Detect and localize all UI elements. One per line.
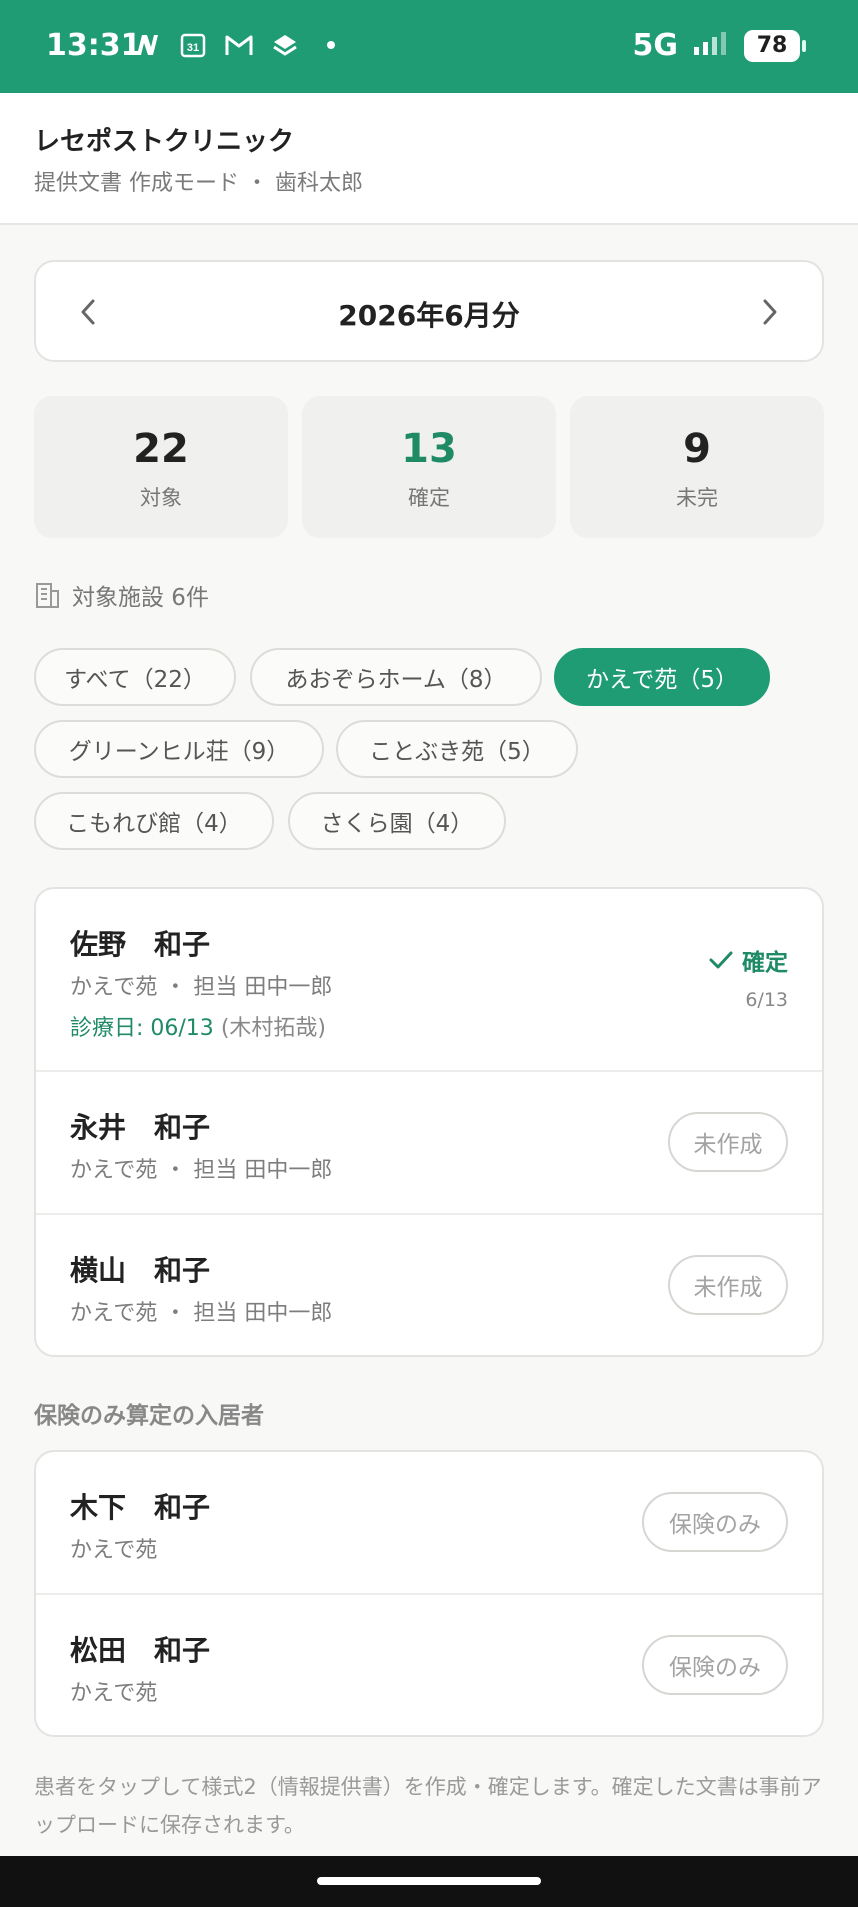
stat-target-value: 22 [133,426,189,472]
status-bar: 13:31 31 5G 78 [0,0,858,93]
status-confirmed-label: 確定 [742,950,788,976]
facility-count-label: 対象施設 6件 [72,585,209,611]
n-icon [132,30,162,60]
dot-icon [316,30,346,60]
visit-date: 診療日: 06/13 (木村拓哉) [70,1010,326,1042]
signal-icon [692,31,730,61]
insurance-only-badge[interactable]: 保険のみ [642,1492,788,1552]
mode-subtitle: 提供文書 作成モード ・ 歯科太郎 [34,171,363,196]
next-month-button[interactable] [750,292,790,332]
stack-icon [270,30,300,60]
patient-name: 横山 和子 [70,1254,211,1287]
chip-greenhill[interactable]: グリーンヒル荘（9） [34,720,324,778]
footer-note: 患者をタップして様式2（情報提供書）を作成・確定します。確定した文書は事前アップ… [34,1775,822,1837]
chip-kaede[interactable]: かえで苑（5） [554,648,770,706]
patient-facility: かえで苑 [70,1538,158,1563]
system-indicators: 5G 78 [632,28,806,63]
stat-incomplete: 9 未完 [570,396,824,538]
home-gesture-handle[interactable] [317,1877,541,1885]
stat-confirmed: 13 確定 [302,396,556,538]
status-not-created-button[interactable]: 未作成 [668,1255,788,1315]
patient-facility: かえで苑 [70,1681,158,1706]
stat-target: 22 対象 [34,396,288,538]
patient-name: 佐野 和子 [70,928,211,961]
network-type: 5G [632,28,679,63]
patient-name: 木下 和子 [70,1491,211,1524]
insurance-patient-row[interactable]: 木下 和子 かえで苑 保険のみ [36,1452,822,1595]
check-icon [709,951,733,969]
stat-target-label: 対象 [140,486,182,510]
stat-incomplete-label: 未完 [676,486,718,510]
patient-row[interactable]: 永井 和子 かえで苑 ・ 担当 田中一郎 未作成 [36,1072,822,1215]
calendar-day: 31 [187,42,199,54]
chevron-right-icon [763,299,777,325]
status-time: 13:31 [46,28,142,63]
clinic-title: レセポストクリニック [34,127,295,157]
calendar-icon: 31 [178,30,208,60]
insurance-patient-row[interactable]: 松田 和子 かえで苑 保険のみ [36,1595,822,1735]
chip-aozora[interactable]: あおぞらホーム（8） [250,648,542,706]
app-header: レセポストクリニック 提供文書 作成モード ・ 歯科太郎 [0,93,858,225]
patient-name: 永井 和子 [70,1111,211,1144]
status-confirmed-date: 6/13 [745,989,788,1011]
system-nav-bar [0,1856,858,1907]
summary-stats: 22 対象 13 確定 9 未完 [34,396,824,538]
patient-facility: かえで苑 ・ 担当 田中一郎 [70,1301,333,1326]
status-confirmed: 確定 [708,943,788,977]
battery-icon: 78 [744,29,806,62]
visit-date-label: 診療日: 06/13 [70,1016,214,1041]
patient-name: 松田 和子 [70,1634,211,1667]
status-not-created-button[interactable]: 未作成 [668,1112,788,1172]
patient-row[interactable]: 佐野 和子 かえで苑 ・ 担当 田中一郎 診療日: 06/13 (木村拓哉) 確… [36,889,822,1072]
facility-count: 対象施設 6件 [34,578,209,612]
patient-row[interactable]: 横山 和子 かえで苑 ・ 担当 田中一郎 未作成 [36,1215,822,1355]
notification-icons: 31 [132,30,346,60]
chip-komorebi[interactable]: こもれび館（4） [34,792,274,850]
building-icon [36,583,59,608]
visit-doctor: (木村拓哉) [220,1016,326,1041]
stat-incomplete-value: 9 [683,426,711,472]
chip-kotobuki[interactable]: ことぶき苑（5） [336,720,578,778]
patient-list: 佐野 和子 かえで苑 ・ 担当 田中一郎 診療日: 06/13 (木村拓哉) 確… [34,887,824,1357]
patient-facility: かえで苑 ・ 担当 田中一郎 [70,975,333,1000]
insurance-only-badge[interactable]: 保険のみ [642,1635,788,1695]
chip-sakura[interactable]: さくら園（4） [288,792,506,850]
month-selector: 2026年6月分 [34,260,824,362]
month-label: 2026年6月分 [338,299,520,332]
chip-all[interactable]: すべて（22） [34,648,236,706]
insurance-patient-list: 木下 和子 かえで苑 保険のみ 松田 和子 かえで苑 保険のみ [34,1450,824,1737]
insurance-section-title: 保険のみ算定の入居者 [34,1403,264,1429]
patient-facility: かえで苑 ・ 担当 田中一郎 [70,1158,333,1183]
gmail-icon [224,30,254,60]
stat-confirmed-label: 確定 [408,486,450,510]
stat-confirmed-value: 13 [401,426,457,472]
